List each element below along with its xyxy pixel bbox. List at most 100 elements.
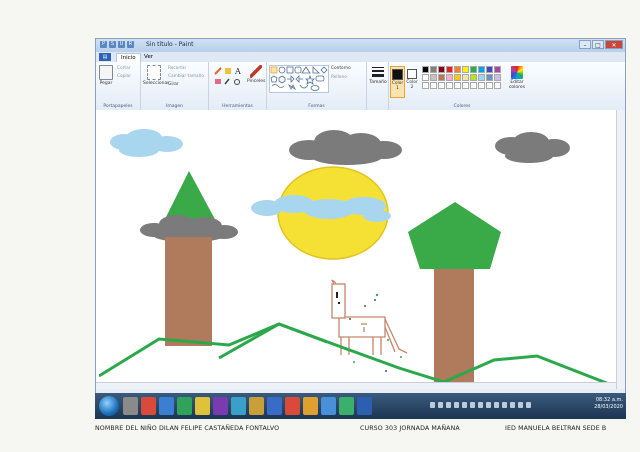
color-swatch[interactable] [430, 66, 437, 73]
color-swatch[interactable] [494, 66, 501, 73]
edit-colors-button[interactable]: Editar colores [506, 66, 528, 90]
color-swatch[interactable] [494, 74, 501, 81]
tray-icon[interactable] [478, 402, 483, 408]
minimize-button[interactable]: – [579, 40, 591, 49]
shapes-gallery[interactable] [269, 65, 329, 93]
tray-icon[interactable] [486, 402, 491, 408]
drawing-canvas[interactable] [99, 112, 613, 388]
quick-access-button[interactable]: R [127, 41, 134, 48]
color-swatch[interactable] [462, 66, 469, 73]
color-swatch[interactable] [446, 74, 453, 81]
color-swatch[interactable] [486, 66, 493, 73]
taskbar-app-icon[interactable] [285, 397, 300, 415]
size-icon [372, 67, 384, 77]
quick-access-button[interactable]: P [100, 41, 107, 48]
horse-drawing [331, 279, 408, 355]
color-swatch[interactable] [486, 82, 493, 89]
color-swatch[interactable] [422, 66, 429, 73]
taskbar-app-icon[interactable] [195, 397, 210, 415]
color-swatch[interactable] [454, 82, 461, 89]
color-swatch[interactable] [494, 82, 501, 89]
tab-ver[interactable]: Ver [140, 53, 157, 62]
color-swatch[interactable] [462, 74, 469, 81]
cut-button[interactable]: Cortar [117, 66, 130, 71]
color-swatch[interactable] [430, 74, 437, 81]
color-swatch[interactable] [486, 74, 493, 81]
close-button[interactable]: ✕ [605, 40, 623, 49]
color-swatch[interactable] [478, 74, 485, 81]
select-icon [147, 65, 161, 80]
color-swatch[interactable] [470, 66, 477, 73]
tray-icon[interactable] [454, 402, 459, 408]
taskbar-app-icon[interactable] [141, 397, 156, 415]
tray-icon[interactable] [462, 402, 467, 408]
paste-button[interactable]: Pegar [98, 65, 114, 86]
taskbar-app-icon[interactable] [339, 397, 354, 415]
color-swatch[interactable] [422, 82, 429, 89]
tray-icon[interactable] [526, 402, 531, 408]
file-menu-button[interactable]: ▤ [99, 53, 111, 61]
color-swatch[interactable] [446, 66, 453, 73]
color-swatch[interactable] [470, 74, 477, 81]
crop-button[interactable]: Recortar [168, 66, 186, 71]
color-swatch[interactable] [470, 82, 477, 89]
color2-button[interactable]: Color 2 [406, 66, 418, 96]
taskbar-app-icon[interactable] [357, 397, 372, 415]
taskbar-app-icon[interactable] [159, 397, 174, 415]
taskbar-app-icon[interactable] [177, 397, 192, 415]
select-button[interactable]: Seleccionar [143, 65, 169, 86]
taskbar-app-icon[interactable] [303, 397, 318, 415]
taskbar-app-icon[interactable] [213, 397, 228, 415]
color-swatch[interactable] [430, 82, 437, 89]
taskbar-app-icon[interactable] [321, 397, 336, 415]
window-controls: – □ ✕ [579, 40, 623, 49]
left-tree-top [163, 171, 217, 223]
group-label: Formas [308, 104, 325, 109]
color-swatch[interactable] [422, 74, 429, 81]
clock-time: 08:32 a.m. [595, 397, 623, 403]
tray-icon[interactable] [438, 402, 443, 408]
color-swatch[interactable] [478, 66, 485, 73]
quick-access-button[interactable]: S [109, 41, 116, 48]
tray-icon[interactable] [494, 402, 499, 408]
size-button[interactable]: Tamaño [368, 66, 388, 85]
color-swatch[interactable] [438, 74, 445, 81]
color1-label: Color 1 [391, 81, 404, 91]
color2-swatch [407, 69, 417, 79]
tray-icon[interactable] [510, 402, 515, 408]
tray-icon[interactable] [502, 402, 507, 408]
start-button[interactable] [99, 396, 119, 416]
tray-icon[interactable] [446, 402, 451, 408]
color-swatch[interactable] [462, 82, 469, 89]
vertical-scrollbar[interactable] [616, 110, 625, 390]
color-palette [422, 66, 501, 89]
taskbar-app-icon[interactable] [249, 397, 264, 415]
taskbar-app-icon[interactable] [123, 397, 138, 415]
color-swatch[interactable] [478, 82, 485, 89]
resize-button[interactable]: Cambiar tamaño [168, 74, 204, 79]
brushes-button[interactable]: Pinceles [247, 65, 265, 84]
svg-text:A: A [234, 67, 241, 76]
color-swatch[interactable] [454, 74, 461, 81]
color-swatch[interactable] [438, 82, 445, 89]
taskbar-app-icon[interactable] [267, 397, 282, 415]
color-swatch[interactable] [454, 66, 461, 73]
tray-icon[interactable] [470, 402, 475, 408]
fill-dropdown[interactable]: Relleno [331, 75, 347, 80]
tab-inicio[interactable]: Inicio [116, 53, 141, 62]
outline-dropdown[interactable]: Contorno [331, 66, 351, 71]
group-label: Imagen [166, 104, 183, 109]
color-swatch[interactable] [438, 66, 445, 73]
clock[interactable]: 08:32 a.m. 28/03/2020 [594, 397, 623, 411]
color1-button[interactable]: Color 1 [390, 66, 405, 98]
tray-icon[interactable] [518, 402, 523, 408]
maximize-button[interactable]: □ [592, 40, 604, 49]
quick-access-button[interactable]: U [118, 41, 125, 48]
group-label: Portapapeles [103, 104, 133, 109]
tray-icon[interactable] [430, 402, 435, 408]
color-swatch[interactable] [446, 82, 453, 89]
rotate-button[interactable]: Girar [168, 82, 179, 87]
copy-button[interactable]: Copiar [117, 74, 131, 79]
scanned-page: P S U R Sin título - Paint – □ ✕ ▤ Inici… [0, 0, 640, 452]
taskbar-app-icon[interactable] [231, 397, 246, 415]
